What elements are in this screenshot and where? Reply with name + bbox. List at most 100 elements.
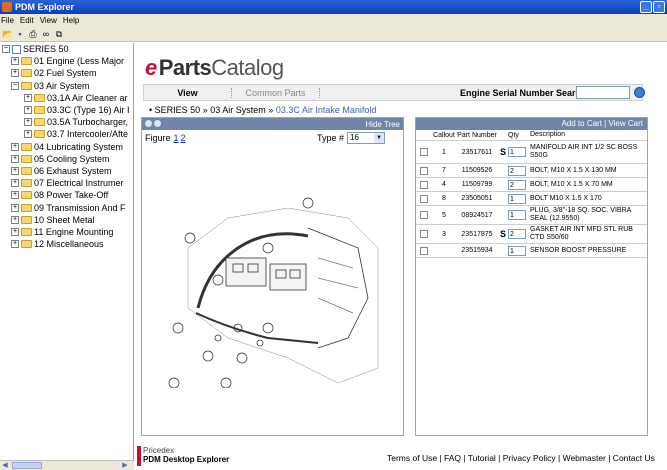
expand-icon[interactable]: + [11, 227, 19, 236]
qty-input[interactable]: 1 [508, 210, 526, 220]
type-select[interactable]: 16 ▼ [347, 132, 386, 144]
tree-item[interactable]: +01 Engine (Less Major [0, 55, 133, 67]
tree-item[interactable]: +02 Fuel System [0, 67, 133, 79]
scroll-thumb[interactable] [12, 462, 42, 469]
part-description: BOLT, M10 X 1.5 X 70 MM [530, 180, 613, 188]
restore-button[interactable]: ▫ [653, 1, 665, 13]
expand-icon[interactable]: + [11, 179, 19, 188]
expand-icon[interactable]: + [11, 203, 19, 212]
col-description: Description [530, 131, 566, 138]
expand-icon[interactable]: + [11, 215, 19, 224]
tree-item[interactable]: +11 Engine Mounting [0, 226, 133, 238]
expand-icon[interactable]: + [11, 240, 19, 249]
col-part-number: Part Number [457, 131, 497, 139]
tree-item[interactable]: +03.1A Air Cleaner ar [0, 92, 133, 104]
pricedex-mark-icon [137, 446, 141, 466]
tree-root-label: SERIES 50 [23, 44, 69, 55]
print-icon[interactable]: ⎙ [28, 29, 38, 39]
folder-icon [34, 106, 45, 115]
part-number[interactable]: 11509799 [456, 181, 498, 188]
part-number[interactable]: 23505051 [456, 195, 498, 202]
tree-horizontal-scrollbar[interactable]: ◀ ▶ [0, 460, 134, 470]
expand-icon[interactable]: + [11, 142, 19, 151]
scroll-right-icon[interactable]: ▶ [120, 461, 130, 470]
qty-input[interactable]: 1 [508, 147, 526, 157]
zoom-in-icon[interactable] [145, 119, 152, 127]
tree-item-label: 05 Cooling System [34, 153, 110, 164]
parts-diagram[interactable] [168, 188, 384, 388]
part-checkbox[interactable] [420, 230, 428, 238]
figure-page-2-link[interactable]: 2 [181, 133, 186, 143]
menu-edit[interactable]: Edit [20, 16, 34, 25]
figure-page-1-link[interactable]: 1 [174, 133, 179, 143]
expand-icon[interactable]: + [24, 93, 32, 102]
binoculars-icon[interactable]: ∞ [41, 29, 51, 39]
parts-row: 5 08924517 1 PLUG, 3/8"-18 SQ. SOC. VIBRA S… [416, 206, 647, 225]
save-icon[interactable]: ▪ [15, 29, 25, 39]
expand-icon[interactable]: + [11, 154, 19, 163]
copy-icon[interactable]: ⧉ [54, 29, 64, 39]
menu-help[interactable]: Help [63, 16, 79, 25]
collapse-icon[interactable]: − [11, 81, 19, 90]
tree-item[interactable]: +07 Electrical Instrumer [0, 177, 133, 189]
part-number[interactable]: 23517611 [456, 149, 498, 156]
tree-item[interactable]: +03.5A Turbocharger, [0, 116, 133, 128]
tab-view[interactable]: View [144, 87, 232, 98]
part-checkbox[interactable] [420, 194, 428, 203]
expand-icon[interactable]: + [11, 191, 19, 200]
qty-input[interactable]: 1 [508, 245, 526, 256]
tree-item-label: 12 Miscellaneous [34, 239, 104, 250]
brand-product: PDM Desktop Explorer [143, 455, 230, 464]
part-checkbox[interactable] [420, 148, 428, 156]
expand-icon[interactable]: + [24, 106, 32, 115]
window-titlebar: PDM Explorer _ ▫ [0, 0, 667, 14]
tab-common-parts[interactable]: Common Parts [232, 87, 320, 98]
tree-item[interactable]: +08 Power Take-Off [0, 189, 133, 201]
zoom-out-icon[interactable] [154, 119, 161, 127]
tree-item[interactable]: +10 Sheet Metal [0, 214, 133, 226]
tree-item[interactable]: − 03 Air System [0, 80, 133, 92]
breadcrumb-series[interactable]: SERIES 50 [155, 105, 201, 115]
breadcrumb: • SERIES 50 » 03 Air System » 03.3C Air … [149, 105, 377, 115]
qty-input[interactable]: 2 [508, 179, 526, 190]
tree-item-label: 10 Sheet Metal [34, 214, 95, 225]
tree-item[interactable]: +06 Exhaust System [0, 165, 133, 177]
menu-view[interactable]: View [40, 16, 57, 25]
qty-input[interactable]: 2 [508, 165, 526, 176]
tree-item[interactable]: +12 Miscellaneous [0, 238, 133, 250]
open-icon[interactable]: 📂 [2, 29, 13, 39]
tree-item[interactable]: +03.7 Intercooler/Afte [0, 128, 133, 140]
expand-icon[interactable]: + [11, 69, 19, 78]
tree-item[interactable]: +04 Lubricating System [0, 141, 133, 153]
part-number[interactable]: 08924517 [456, 212, 498, 219]
part-number[interactable]: 23517875 [456, 231, 498, 238]
hide-tree-link[interactable]: Hide Tree [365, 120, 400, 129]
tree-root[interactable]: − SERIES 50 [0, 43, 133, 55]
part-checkbox[interactable] [420, 246, 428, 255]
part-checkbox[interactable] [420, 166, 428, 175]
part-checkbox[interactable] [420, 180, 428, 189]
scroll-left-icon[interactable]: ◀ [0, 461, 10, 470]
collapse-icon[interactable]: − [2, 45, 10, 54]
expand-icon[interactable]: + [24, 130, 32, 139]
tree-item[interactable]: +05 Cooling System [0, 153, 133, 165]
footer-links[interactable]: Terms of Use | FAQ | Tutorial | Privacy … [387, 453, 655, 463]
tree-item[interactable]: +09 Transmission And F [0, 201, 133, 213]
menu-file[interactable]: File [1, 16, 14, 25]
breadcrumb-system[interactable]: 03 Air System [210, 105, 266, 115]
app-icon [2, 2, 12, 12]
serial-search-button[interactable] [634, 87, 645, 98]
qty-input[interactable]: 1 [508, 193, 526, 204]
qty-input[interactable]: 2 [508, 229, 526, 239]
minimize-button[interactable]: _ [640, 1, 652, 13]
serial-number-input[interactable] [576, 86, 630, 99]
expand-icon[interactable]: + [11, 166, 19, 175]
expand-icon[interactable]: + [11, 57, 19, 66]
expand-icon[interactable]: + [24, 118, 32, 127]
part-number[interactable]: 11509526 [456, 167, 498, 174]
part-number[interactable]: 23515934 [456, 247, 498, 254]
tree-item[interactable]: +03.3C (Type 16) Air I [0, 104, 133, 116]
part-checkbox[interactable] [420, 211, 428, 219]
cart-links[interactable]: Add to Cart | View Cart [416, 118, 647, 130]
part-callout: 4 [442, 181, 446, 188]
